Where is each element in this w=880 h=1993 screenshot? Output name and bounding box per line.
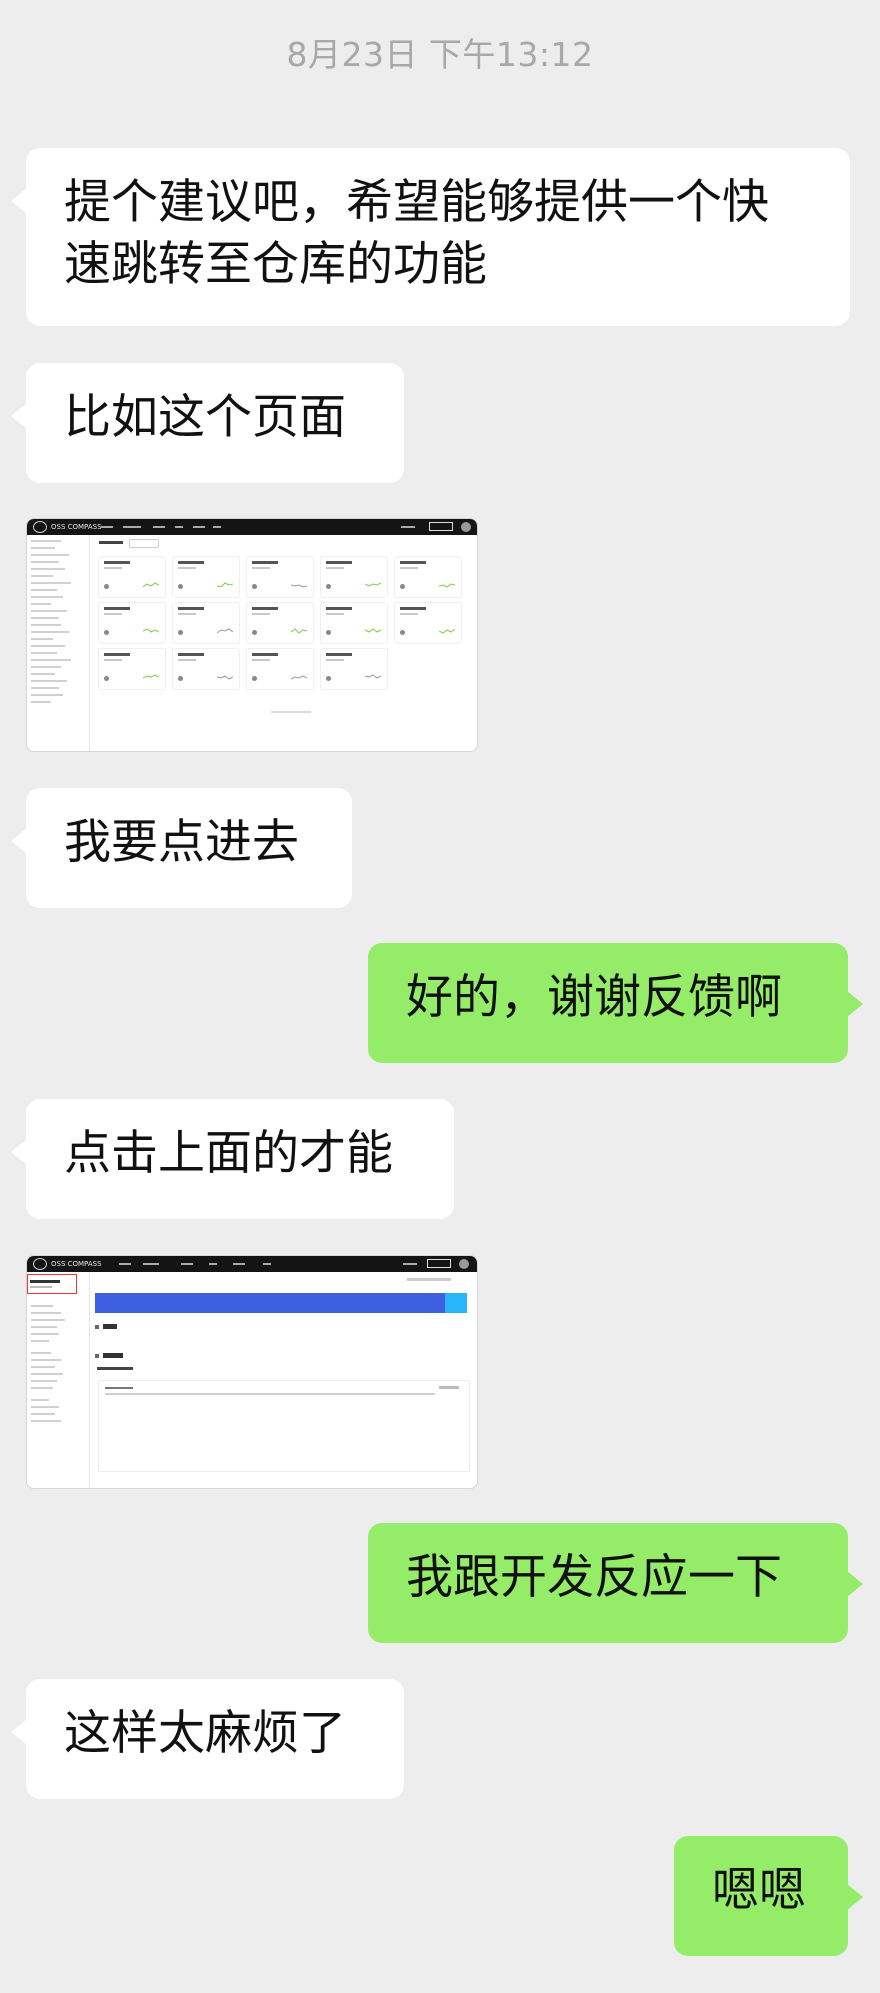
screenshot-sidebar	[27, 535, 90, 751]
message-bubble-outgoing[interactable]: 好的，谢谢反馈啊	[368, 943, 863, 1063]
message-bubble-incoming[interactable]: 这样太麻烦了	[11, 1679, 404, 1799]
image-message-collection-page[interactable]: OSS COMPASS	[26, 518, 478, 752]
avatar	[461, 522, 471, 532]
screenshot-brand: OSS COMPASS	[51, 523, 102, 531]
message-bubble-incoming[interactable]: 点击上面的才能	[11, 1099, 454, 1219]
chat-timestamp: 8月23日 下午13:12	[286, 35, 594, 74]
message-bubble-incoming[interactable]: 比如这个页面	[11, 363, 404, 483]
screenshot-sidebar	[27, 1272, 90, 1488]
screenshot-topbar: OSS COMPASS	[27, 519, 477, 535]
screenshot-brand: OSS COMPASS	[51, 1260, 102, 1268]
screenshot-banner	[95, 1293, 447, 1313]
message-bubble-outgoing[interactable]: 嗯嗯	[674, 1836, 863, 1956]
message-bubble-outgoing[interactable]: 我跟开发反应一下	[368, 1523, 863, 1643]
message-bubble-incoming[interactable]: 提个建议吧，希望能够提供一个快速跳转至仓库的功能	[11, 148, 850, 326]
image-message-detail-page[interactable]: OSS COMPASS	[26, 1255, 478, 1489]
screenshot-topbar: OSS COMPASS	[27, 1256, 477, 1272]
avatar	[459, 1259, 469, 1269]
logo-icon	[33, 1258, 47, 1270]
message-bubble-incoming[interactable]: 我要点进去	[11, 788, 352, 908]
logo-icon	[33, 521, 47, 533]
